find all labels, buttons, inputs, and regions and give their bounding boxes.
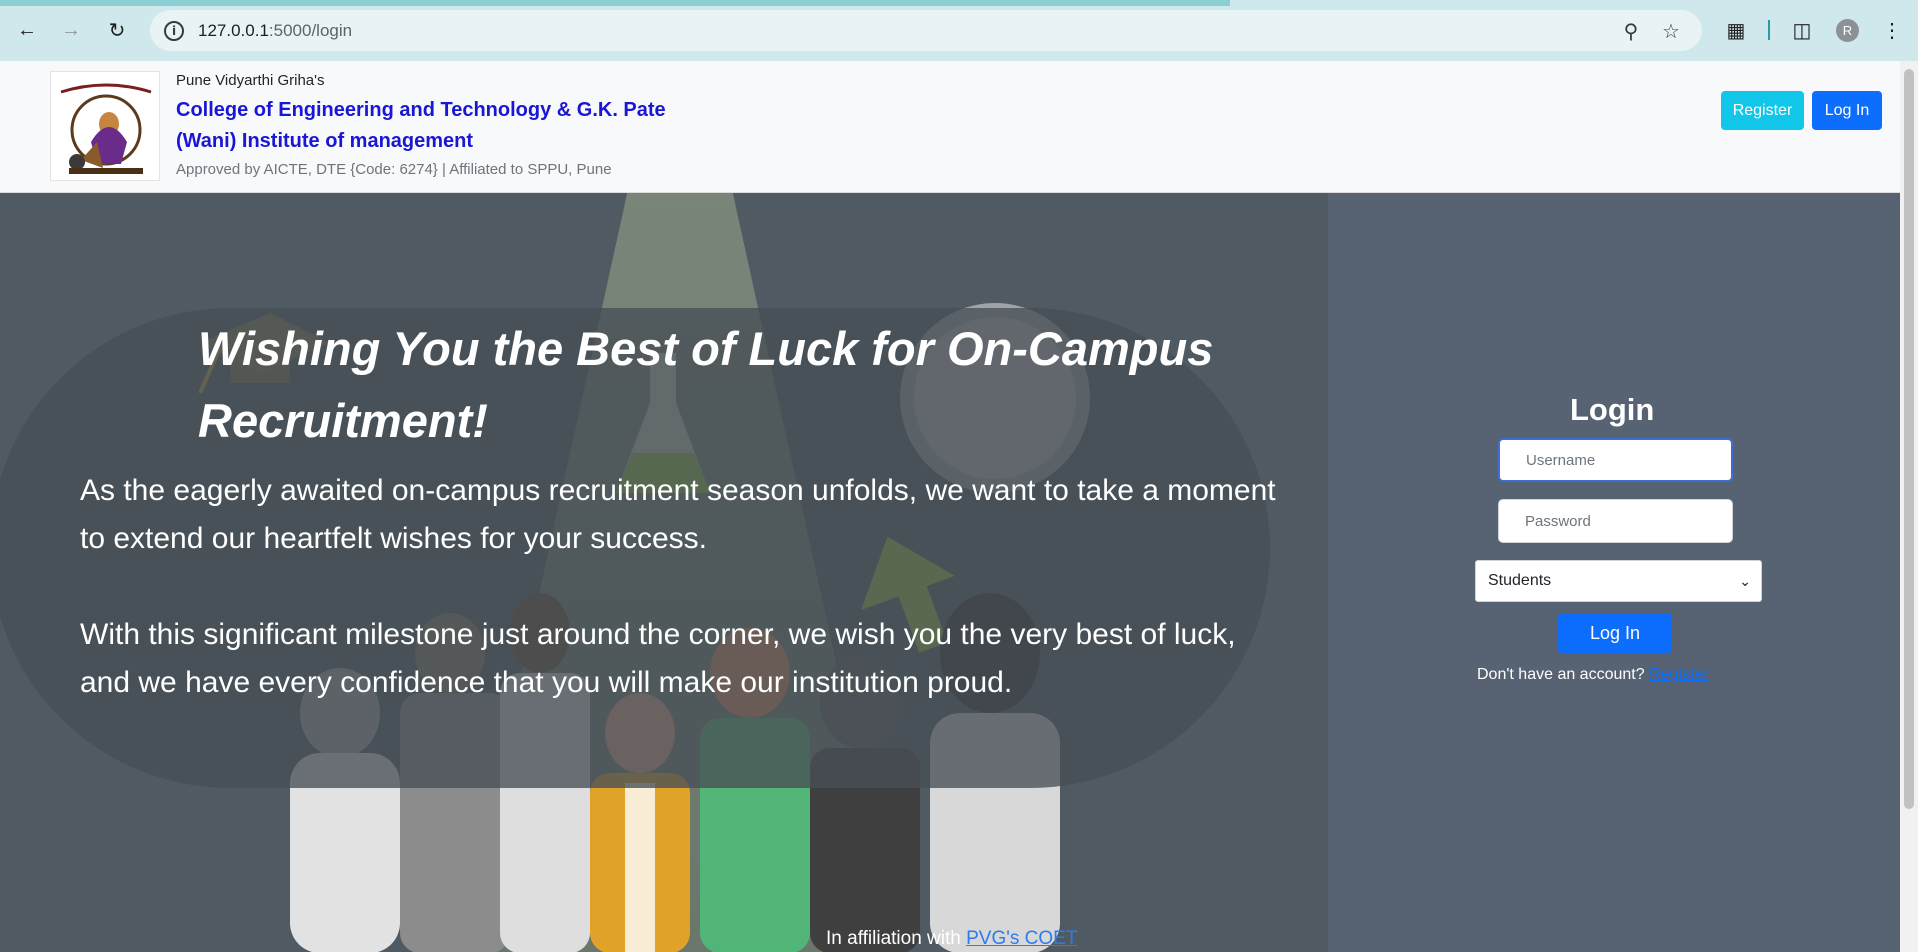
reload-icon[interactable]: ↻	[101, 14, 133, 46]
menu-kebab-icon[interactable]: ⋮	[1876, 14, 1908, 46]
role-select-value: Students	[1488, 572, 1552, 589]
browser-toolbar: ← → ↻ i 127.0.0.1:5000/login ⚲ ☆ ▦ ◫ R ⋮	[0, 0, 1918, 61]
forward-arrow-icon[interactable]: →	[55, 14, 87, 46]
profile-avatar[interactable]: R	[1836, 19, 1859, 42]
college-name[interactable]: College of Engineering and Technology & …	[176, 95, 696, 157]
site-info-icon[interactable]: i	[164, 20, 184, 41]
back-arrow-icon[interactable]: ←	[11, 14, 43, 46]
login-submit-button[interactable]: Log In	[1558, 613, 1672, 653]
college-logo[interactable]	[50, 71, 160, 181]
password-input[interactable]	[1498, 499, 1733, 543]
register-link[interactable]: Register	[1649, 666, 1709, 683]
role-select[interactable]: Students ⌄	[1475, 560, 1762, 602]
register-button[interactable]: Register	[1721, 91, 1804, 130]
hero-paragraph: As the eagerly awaited on-campus recruit…	[80, 474, 1276, 555]
hero-paragraph: With this significant milestone just aro…	[80, 618, 1236, 699]
scrollbar-thumb[interactable]	[1904, 69, 1914, 809]
chevron-down-icon: ⌄	[1739, 573, 1751, 589]
footer-affiliation: In affiliation with PVG's COET	[826, 928, 1077, 950]
url-path: :5000/login	[268, 20, 353, 40]
zoom-icon[interactable]: ⚲	[1618, 18, 1644, 44]
approval-text: Approved by AICTE, DTE {Code: 6274} | Af…	[176, 161, 612, 178]
footer-text: In affiliation with	[826, 928, 961, 949]
footer-link[interactable]: PVG's COET	[966, 928, 1077, 949]
org-parent-name: Pune Vidyarthi Griha's	[176, 72, 325, 89]
site-header: Pune Vidyarthi Griha's College of Engine…	[0, 61, 1900, 193]
username-input[interactable]	[1498, 438, 1733, 482]
hero-title: Wishing You the Best of Luck for On-Camp…	[198, 322, 1214, 447]
account-prompt: Don't have an account? Register	[1477, 666, 1709, 684]
page-scrollbar[interactable]	[1900, 61, 1918, 952]
url-host: 127.0.0.1	[198, 20, 269, 40]
active-tab-strip	[0, 0, 1230, 6]
url-text[interactable]: 127.0.0.1:5000/login	[198, 21, 352, 41]
bookmark-star-icon[interactable]: ☆	[1658, 18, 1684, 44]
login-heading: Login	[1570, 392, 1655, 427]
address-bar[interactable]: i 127.0.0.1:5000/login ⚲ ☆	[150, 10, 1702, 51]
side-panel-icon[interactable]: ◫	[1786, 14, 1818, 46]
header-login-button[interactable]: Log In	[1812, 91, 1882, 130]
hero-banner: Wishing You the Best of Luck for On-Camp…	[0, 193, 1328, 952]
extensions-icon[interactable]: ▦	[1720, 14, 1752, 46]
account-prompt-text: Don't have an account?	[1477, 666, 1645, 683]
toolbar-divider	[1768, 20, 1770, 40]
